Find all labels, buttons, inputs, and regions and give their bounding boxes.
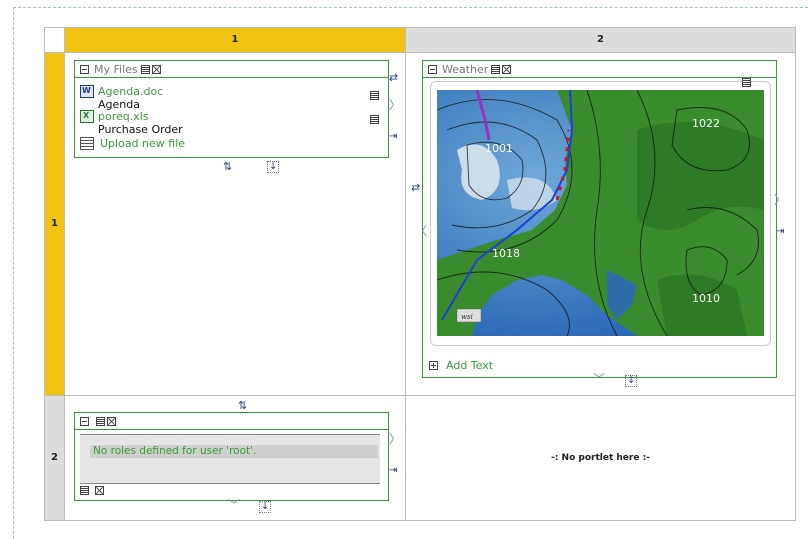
excel-file-icon [80, 110, 94, 123]
upload-row: Upload new file [80, 137, 185, 150]
move-down-icon[interactable]: ↓ [625, 375, 638, 387]
file-item: Agenda.doc Agenda [80, 85, 163, 111]
weather-map: 1022 1001 1018 1010 wsi [437, 90, 764, 336]
grid-divider [45, 52, 795, 53]
close-icon[interactable] [107, 416, 116, 426]
minimize-icon[interactable] [428, 64, 437, 74]
add-text-row: Add Text [429, 359, 493, 372]
chevron-left-icon[interactable]: 〈 [415, 225, 427, 237]
swap-vertical-icon[interactable]: ⇅ [238, 400, 247, 411]
file-description: Purchase Order [98, 123, 183, 136]
minimize-icon[interactable] [80, 416, 89, 426]
column-header-2[interactable]: 2 [406, 28, 795, 52]
move-right-icon[interactable]: ⇥ [389, 466, 397, 476]
close-icon[interactable] [502, 64, 512, 74]
pressure-label: 1010 [692, 292, 720, 305]
portlet-titlebar: Weather [423, 61, 776, 78]
chevron-right-icon[interactable]: 〉 [389, 99, 401, 111]
weather-map-frame: 1022 1001 1018 1010 wsi [430, 78, 771, 346]
portlet-title: Weather [442, 62, 489, 76]
properties-icon[interactable] [742, 78, 751, 87]
page-frame-left [13, 7, 14, 539]
add-text-link[interactable]: Add Text [446, 359, 493, 372]
roles-portlet: No roles defined for user 'root'. [74, 412, 389, 501]
column-header-1[interactable]: 1 [65, 28, 405, 52]
roles-footer [80, 485, 106, 498]
roles-panel: No roles defined for user 'root'. [80, 434, 380, 484]
move-down-icon[interactable]: ↓ [267, 161, 280, 173]
empty-cell-text: -: No portlet here :- [551, 453, 650, 463]
edit-icon[interactable] [80, 486, 89, 495]
file-item: poreq.xls Purchase Order [80, 110, 183, 136]
chevron-right-icon[interactable]: 〉 [389, 433, 401, 445]
swap-horizontal-icon[interactable]: ⇄ [411, 182, 420, 193]
chevron-down-icon[interactable]: ﹀ [228, 499, 240, 511]
row-header-2[interactable]: 2 [45, 396, 64, 520]
portlet-title: My Files [94, 62, 138, 76]
swap-horizontal-icon[interactable]: ⇄ [389, 72, 398, 83]
properties-icon[interactable] [370, 91, 379, 100]
row-header-1[interactable]: 1 [45, 53, 64, 395]
edit-icon[interactable] [140, 64, 150, 74]
portlet-titlebar: My Files [75, 61, 388, 78]
pressure-label: 1001 [485, 142, 513, 155]
weather-portlet: Weather 1022 1001 1018 1010 wsi Add Text [422, 60, 777, 378]
move-right-icon[interactable]: ⇥ [776, 227, 784, 237]
portlet-titlebar [75, 413, 388, 430]
swap-vertical-icon[interactable]: ⇅ [223, 161, 232, 172]
layout-grid: 1 2 1 2 My Files Agenda.doc Agenda poreq… [44, 27, 796, 521]
file-link[interactable]: Agenda.doc [98, 85, 163, 98]
chevron-down-icon[interactable]: ﹀ [593, 373, 605, 385]
upload-link[interactable]: Upload new file [100, 137, 185, 150]
properties-icon[interactable] [370, 115, 379, 124]
roles-message: No roles defined for user 'root'. [90, 445, 378, 458]
close-icon[interactable] [151, 64, 161, 74]
close-icon[interactable] [94, 486, 104, 495]
grid-divider [64, 28, 65, 520]
minimize-icon[interactable] [80, 64, 89, 74]
edit-icon[interactable] [491, 64, 501, 74]
word-file-icon [80, 85, 94, 98]
weather-map-image: 1022 1001 1018 1010 wsi [437, 90, 764, 336]
my-files-portlet: My Files Agenda.doc Agenda poreq.xls Pur… [74, 60, 389, 158]
move-down-icon[interactable]: ↓ [259, 501, 272, 513]
wsi-watermark: wsi [461, 313, 473, 321]
pressure-label: 1018 [492, 247, 520, 260]
file-link[interactable]: poreq.xls [98, 110, 183, 123]
chevron-right-icon[interactable]: 〉 [774, 194, 786, 206]
edit-icon[interactable] [96, 416, 105, 426]
upload-icon[interactable] [80, 137, 94, 150]
move-right-icon[interactable]: ⇥ [389, 132, 397, 142]
page-frame-top [13, 7, 808, 8]
plus-icon[interactable] [429, 361, 438, 370]
pressure-label: 1022 [692, 117, 720, 130]
